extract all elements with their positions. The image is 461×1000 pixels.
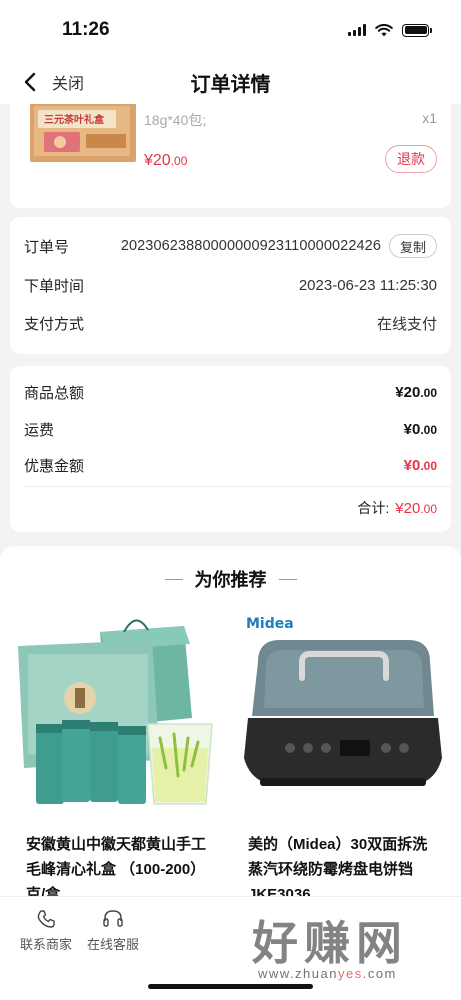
divider-line bbox=[278, 578, 297, 580]
order-time-row: 下单时间 2023-06-23 11:25:30 bbox=[24, 273, 437, 297]
order-detail-content[interactable]: 三元茶叶礼盒 18g*40包; x1 ¥20.00 退款 订单号 2023062… bbox=[0, 104, 461, 896]
contact-merchant-label: 联系商家 bbox=[19, 937, 72, 952]
discount-int: ¥0 bbox=[403, 456, 421, 474]
freight-value: ¥0.00 bbox=[404, 421, 437, 438]
recommend-header: 为你推荐 bbox=[0, 566, 461, 592]
total-int: ¥20 bbox=[395, 499, 421, 517]
payment-method-value: 在线支付 bbox=[376, 315, 437, 333]
goods-total-label: 商品总额 bbox=[24, 384, 85, 402]
goods-total-value: ¥20.00 bbox=[395, 384, 437, 401]
total-dec: .00 bbox=[420, 501, 437, 516]
total-row: 合计: ¥20.00 bbox=[357, 498, 437, 518]
discount-value: ¥0.00 bbox=[404, 457, 437, 474]
product-thumb-label: 三元茶叶礼盒 bbox=[44, 113, 105, 126]
refund-button[interactable]: 退款 bbox=[385, 145, 437, 173]
freight-row: 运费 ¥0.00 bbox=[24, 417, 437, 441]
recommend-item-pan[interactable]: Midea 美的（Midea）30双面拆洗蒸汽环绕防霉烤盘电饼铛JKE3036 bbox=[236, 608, 450, 896]
order-number-row: 订单号 20230623880000000923110000022426 复制 bbox=[24, 234, 437, 258]
nav-bar: 关闭 订单详情 bbox=[0, 60, 461, 104]
product-card: 三元茶叶礼盒 18g*40包; x1 ¥20.00 退款 bbox=[10, 104, 451, 208]
payment-method-row: 支付方式 在线支付 bbox=[24, 311, 437, 335]
goods-total-dec: .00 bbox=[420, 385, 437, 400]
tea-gift-box-image bbox=[14, 608, 228, 818]
amount-divider bbox=[24, 486, 451, 487]
tea-canisters bbox=[36, 720, 146, 804]
battery-icon bbox=[402, 23, 432, 37]
discount-row: 优惠金额 ¥0.00 bbox=[24, 453, 437, 477]
headset-icon bbox=[103, 910, 123, 927]
order-info-card: 订单号 20230623880000000923110000022426 复制 … bbox=[10, 217, 451, 354]
freight-label: 运费 bbox=[24, 421, 55, 439]
order-time-value: 2023-06-23 11:25:30 bbox=[298, 276, 437, 294]
discount-dec: .00 bbox=[420, 458, 437, 473]
online-service-label: 在线客服 bbox=[86, 937, 139, 952]
total-value: ¥20.00 bbox=[395, 500, 437, 517]
online-service-button[interactable]: 在线客服 bbox=[83, 909, 143, 953]
product-quantity: x1 bbox=[422, 110, 437, 126]
status-icons bbox=[348, 23, 432, 37]
recommend-item-name: 美的（Midea）30双面拆洗蒸汽环绕防霉烤盘电饼铛JKE3036 bbox=[248, 836, 428, 896]
signal-icon bbox=[348, 24, 366, 36]
product-price-int: ¥20 bbox=[144, 152, 171, 169]
discount-label: 优惠金额 bbox=[24, 457, 85, 475]
goods-total-int: ¥20 bbox=[395, 383, 421, 401]
midea-logo: Midea bbox=[246, 616, 294, 632]
freight-int: ¥0 bbox=[403, 420, 421, 438]
chevron-left-icon bbox=[24, 72, 36, 92]
copy-button[interactable]: 复制 bbox=[389, 234, 437, 258]
goods-total-row: 商品总额 ¥20.00 bbox=[24, 380, 437, 404]
amount-card: 商品总额 ¥20.00 运费 ¥0.00 优惠金额 ¥0.00 合计: ¥20.… bbox=[10, 366, 451, 532]
recommend-item-tea[interactable]: 安徽黄山中徽天都黄山手工毛峰清心礼盒 （100-200）克/盒 bbox=[14, 608, 228, 896]
product-image[interactable]: 三元茶叶礼盒 bbox=[30, 104, 136, 162]
product-price: ¥20.00 bbox=[144, 152, 187, 170]
freight-dec: .00 bbox=[420, 422, 437, 437]
wifi-icon bbox=[375, 23, 393, 36]
contact-merchant-button[interactable]: 联系商家 bbox=[16, 909, 76, 953]
status-time: 11:26 bbox=[62, 19, 110, 40]
status-bar: 11:26 bbox=[0, 0, 461, 60]
divider-line bbox=[164, 578, 183, 580]
recommend-title: 为你推荐 bbox=[194, 570, 267, 590]
order-time-label: 下单时间 bbox=[24, 277, 85, 295]
total-label: 合计: bbox=[357, 500, 390, 516]
order-number-label: 订单号 bbox=[24, 238, 70, 256]
recommend-item-name: 安徽黄山中徽天都黄山手工毛峰清心礼盒 （100-200）克/盒 bbox=[26, 836, 207, 896]
close-button[interactable]: 关闭 bbox=[52, 70, 84, 94]
phone-icon bbox=[37, 910, 55, 928]
recommend-section: 为你推荐 安徽黄山中徽天都黄山手工毛峰清心礼盒 （100-200）克/盒 Mid… bbox=[0, 546, 461, 896]
product-price-dec: .00 bbox=[170, 154, 188, 168]
home-indicator bbox=[148, 984, 313, 989]
product-spec: 18g*40包; bbox=[144, 112, 207, 128]
back-button[interactable] bbox=[10, 60, 50, 104]
order-number-value: 20230623880000000923110000022426 bbox=[120, 238, 381, 254]
electric-baking-pan-image: Midea bbox=[236, 608, 450, 818]
payment-method-label: 支付方式 bbox=[24, 315, 85, 333]
